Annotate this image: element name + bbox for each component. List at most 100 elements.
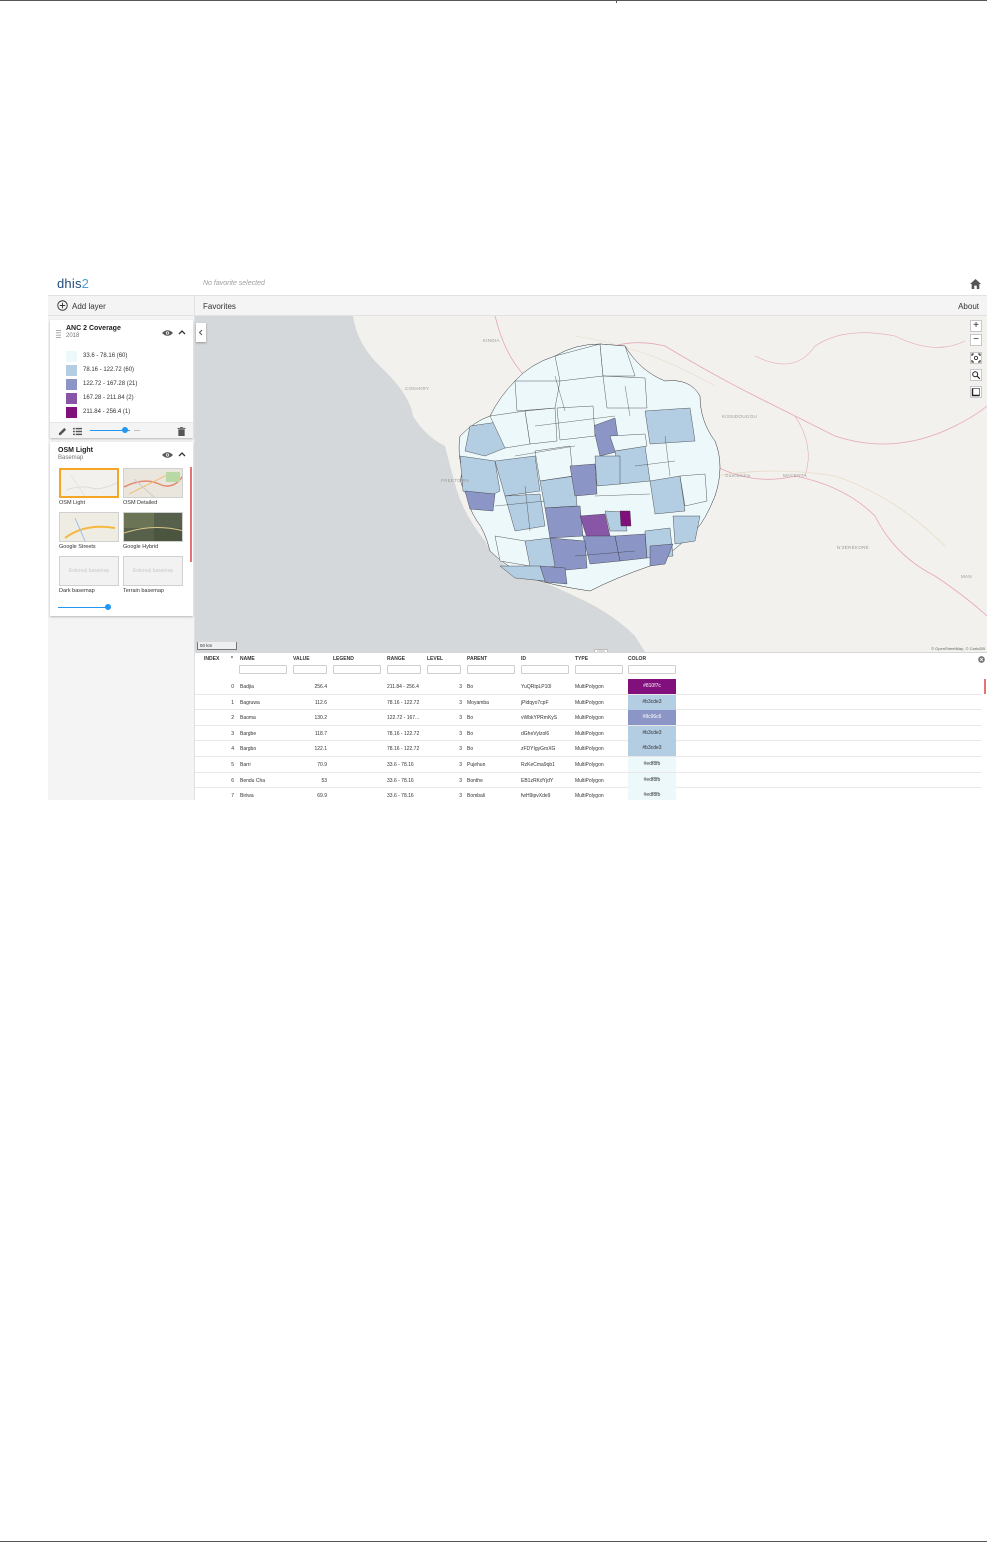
cell-id: jPidqyo7cpF: [521, 699, 549, 706]
table-row[interactable]: 0 Badjia 256.4 211.84 - 256.4 3 Bo YuQRtpLP10I…: [195, 679, 986, 695]
basemap-google-streets[interactable]: [59, 512, 119, 542]
legend-filter-input[interactable]: [333, 665, 381, 674]
column-header-legend[interactable]: LEGEND: [333, 656, 354, 662]
id-filter-input[interactable]: [521, 665, 569, 674]
cell-index: 4: [231, 746, 234, 753]
chevron-up-icon[interactable]: [178, 329, 186, 335]
name-filter-input[interactable]: [239, 665, 287, 674]
cell-value: 130.2: [314, 715, 327, 722]
cell-level: 3: [459, 684, 462, 690]
dhis2-logo[interactable]: dhis2: [57, 276, 89, 291]
cell-color: #810f7c: [628, 679, 676, 694]
basemap-osm-detailed[interactable]: [123, 468, 183, 498]
cell-parent: Bo: [467, 684, 474, 690]
basemap-scrollbar[interactable]: [190, 467, 192, 562]
column-header-value[interactable]: VALUE: [293, 656, 310, 662]
data-table-icon[interactable]: [73, 427, 82, 436]
basemap-opacity-slider[interactable]: [58, 607, 108, 608]
home-icon[interactable]: [970, 279, 981, 289]
table-row[interactable]: 6 Bendu Cha 53 33.6 - 78.16 3 Bonthe EB1zRKdYj…: [195, 772, 981, 789]
basemap-opacity-handle[interactable]: [104, 604, 111, 610]
cell-parent: Pujehun: [467, 762, 486, 768]
legend-label: 33.6 - 78.16 (60): [83, 353, 128, 359]
top-border-tick: [616, 0, 617, 3]
type-filter-input[interactable]: [575, 665, 623, 674]
value-filter-input[interactable]: [293, 665, 327, 674]
zoom-out-button[interactable]: −: [970, 334, 982, 346]
level-filter-input[interactable]: [427, 665, 461, 674]
column-header-id[interactable]: ID: [521, 656, 526, 662]
district-region: [679, 473, 708, 507]
table-row[interactable]: 2 Baoma 130.2 122.72 - 167... 3 Bo vWbkYPRmKyS…: [195, 710, 981, 726]
bottom-border-line: [0, 1541, 987, 1542]
district-region: [539, 475, 578, 509]
color-filter-input[interactable]: [628, 665, 676, 674]
cell-level: 3: [459, 746, 462, 753]
column-header-level[interactable]: LEVEL: [427, 656, 443, 662]
cell-parent: Moyamba: [467, 699, 489, 706]
cell-value: 69.9: [317, 793, 327, 800]
opacity-slider-handle[interactable]: [122, 427, 129, 433]
close-table-icon[interactable]: [978, 656, 985, 663]
cell-color: #edf8fb: [628, 788, 676, 800]
table-row[interactable]: 5 Barri 70.9 33.6 - 78.16 3 Pujehun RzKeCma9qb…: [195, 757, 981, 773]
cell-level: 3: [459, 777, 462, 784]
cell-parent: Bo: [467, 730, 474, 737]
column-header-color[interactable]: COLOR: [628, 656, 646, 662]
sort-indicator: *: [231, 656, 233, 662]
legend-swatch: [66, 407, 77, 418]
top-border-line: [0, 0, 987, 1]
column-header-parent[interactable]: PARENT: [467, 656, 487, 662]
district-region: [614, 445, 651, 485]
osm-detailed-thumbnail: [124, 472, 182, 497]
table-row[interactable]: 1 Bagruwa 112.6 78.16 - 122.72 3 Moyamba jPidq…: [195, 694, 981, 711]
cell-level: 3: [459, 699, 462, 706]
column-header-name[interactable]: NAME: [240, 656, 255, 662]
cell-type: MultiPolygon: [575, 699, 604, 706]
map-view[interactable]: KINDIA CONAKRY KISSIDOUGOU Guéckédou MAC…: [195, 316, 987, 652]
osm-light-thumbnail: [65, 474, 117, 496]
basemap-google-hybrid[interactable]: [123, 512, 183, 542]
legend-swatch: [66, 379, 77, 390]
measure-button[interactable]: [970, 386, 982, 398]
basemap-title: OSM Light: [58, 447, 93, 454]
cell-color: #edf8fb: [628, 757, 676, 772]
cell-parent: Bo: [467, 746, 474, 753]
basemap-label: OSM Detailed: [123, 500, 158, 506]
zoom-in-button[interactable]: +: [970, 320, 982, 332]
basemap-osm-light[interactable]: [59, 468, 119, 498]
country-border: [714, 465, 987, 617]
edit-icon[interactable]: [58, 427, 67, 436]
table-row[interactable]: 4 Bargbo 122.1 78.16 - 122.72 3 Bo zFDYIgyGmXG…: [195, 741, 981, 757]
cell-range: 78.16 - 122.72: [387, 746, 420, 753]
add-layer-button[interactable]: Add layer: [48, 296, 195, 316]
parent-filter-input[interactable]: [467, 665, 515, 674]
fit-bounds-button[interactable]: [970, 352, 982, 364]
table-row[interactable]: 3 Bargbe 118.7 78.16 - 122.72 3 Bo dGheVylzol6…: [195, 725, 981, 742]
search-button[interactable]: [970, 369, 982, 381]
column-header-index[interactable]: INDEX: [204, 656, 219, 662]
cell-name: Bargbo: [240, 746, 257, 753]
map-place-label: MACENTA: [783, 473, 807, 478]
column-header-type[interactable]: TYPE: [575, 656, 588, 662]
cell-index: 1: [231, 699, 234, 706]
basemap-dark[interactable]: External basemap: [59, 556, 119, 586]
about-button[interactable]: About: [958, 302, 979, 311]
table-row[interactable]: 7 Biriwa 69.9 33.6 - 78.16 3 Bombali fwH9ipvXd…: [195, 788, 981, 800]
map-place-label: FREETOWN: [441, 478, 470, 483]
column-header-range[interactable]: RANGE: [387, 656, 405, 662]
cell-range: 122.72 - 167...: [387, 715, 420, 722]
favorites-button[interactable]: Favorites: [203, 302, 236, 311]
basemap-terrain[interactable]: External basemap: [123, 556, 183, 586]
map-place-label: MAN: [961, 574, 972, 579]
table-scroll-indicator[interactable]: [984, 679, 986, 694]
chevron-up-icon[interactable]: [178, 451, 186, 457]
collapse-panel-button[interactable]: [196, 323, 206, 342]
cell-range: 33.6 - 78.16: [387, 762, 414, 768]
visibility-icon[interactable]: [162, 451, 173, 459]
delete-icon[interactable]: [177, 427, 186, 436]
visibility-icon[interactable]: [162, 329, 173, 337]
district-region: [464, 490, 496, 512]
range-filter-input[interactable]: [387, 665, 421, 674]
drag-handle-icon[interactable]: [56, 330, 61, 338]
